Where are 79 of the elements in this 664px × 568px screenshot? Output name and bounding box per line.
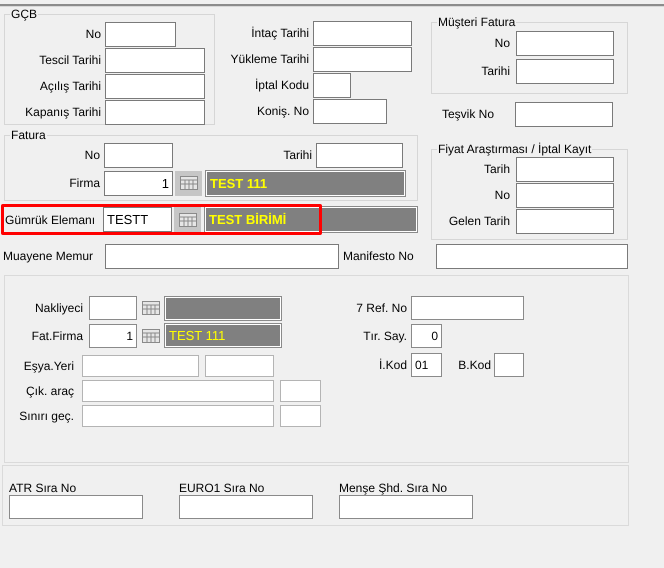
input-field[interactable] [313, 20, 412, 46]
field-label: Gelen Tarih [448, 214, 511, 228]
input-field[interactable] [105, 244, 339, 268]
name-display: TEST 111 [206, 170, 405, 196]
name-display: TEST BİRİMİ [205, 207, 417, 232]
group-title: Müşteri Fatura [437, 16, 516, 29]
input-field[interactable]: 1 [104, 170, 173, 196]
input-field[interactable] [9, 495, 143, 519]
input-field[interactable]: 1 [89, 324, 137, 348]
input-field[interactable]: TESTT [103, 207, 172, 232]
field-label: Teşvik No [441, 107, 496, 121]
field-label: Yükleme Tarihi [230, 52, 310, 66]
field-label: ATR Sıra No [9, 482, 78, 495]
field-label: No [84, 27, 102, 41]
input-field[interactable] [105, 22, 176, 46]
input-field[interactable] [516, 208, 614, 234]
input-field[interactable] [105, 74, 205, 98]
input-field[interactable] [82, 380, 274, 402]
group-title: Fatura [10, 129, 47, 142]
group-title: GÇB [10, 8, 38, 21]
input-field[interactable]: 01 [411, 353, 442, 377]
input-field[interactable] [105, 100, 205, 124]
field-label: Tır. Say. [362, 328, 408, 342]
field-label: B.Kod [457, 358, 492, 372]
group-title: Fiyat Araştırması / İptal Kayıt [437, 143, 592, 156]
field-label: Tarihi [282, 148, 313, 162]
lookup-button[interactable] [174, 207, 201, 232]
input-field[interactable] [411, 296, 524, 320]
field-label: Manifesto No [342, 249, 415, 263]
field-label: Tarihi [480, 64, 511, 78]
input-field[interactable] [516, 58, 614, 84]
field-label: İ.Kod [378, 358, 408, 372]
input-field[interactable]: 0 [411, 324, 442, 348]
input-field[interactable] [516, 156, 614, 182]
input-field[interactable] [89, 296, 137, 320]
field-label: Eşya.Yeri [22, 358, 75, 372]
field-label: İntaç Tarihi [250, 26, 310, 40]
input-field[interactable] [339, 495, 473, 519]
input-field[interactable] [516, 30, 614, 56]
field-label: Firma [68, 176, 101, 190]
field-label: Muayene Memur [2, 249, 94, 263]
calendar-icon [178, 212, 196, 226]
field-label: Koniş. No [256, 104, 310, 118]
input-field[interactable] [516, 182, 614, 208]
input-field[interactable] [105, 48, 205, 72]
calendar-icon [180, 176, 198, 190]
field-label: Fat.Firma [30, 328, 84, 342]
field-label: Tescil Tarihi [38, 53, 102, 67]
field-label: İptal Kodu [254, 78, 310, 92]
field-label: Açılış Tarihi [38, 79, 102, 93]
field-label: Gümrük Elemanı [5, 212, 96, 226]
field-label: 7 Ref. No [355, 301, 408, 315]
field-label: Nakliyeci [34, 301, 84, 315]
field-label: No [494, 36, 511, 50]
field-label: Menşe Şhd. Sıra No [339, 482, 448, 495]
name-display: TEST 111 [165, 324, 281, 347]
field-label: Kapanış Tarihi [24, 105, 102, 119]
lookup-button[interactable] [175, 170, 202, 196]
field-label: No [84, 148, 101, 162]
field-label: Tarih [482, 162, 511, 176]
input-field[interactable] [205, 354, 274, 376]
input-field[interactable] [316, 142, 403, 168]
field-label: Çık. araç [24, 384, 75, 398]
field-label: No [494, 188, 511, 202]
input-field[interactable] [494, 353, 524, 377]
input-field[interactable] [313, 98, 387, 124]
input-field[interactable] [104, 142, 173, 168]
input-field[interactable] [82, 404, 274, 426]
calendar-icon[interactable] [142, 328, 160, 342]
input-field[interactable] [313, 46, 412, 72]
input-field[interactable] [82, 354, 199, 376]
input-field[interactable] [313, 72, 351, 98]
field-label: Sınırı geç. [18, 408, 75, 422]
input-field[interactable] [179, 495, 313, 519]
input-field[interactable] [436, 244, 628, 268]
calendar-icon[interactable] [142, 301, 160, 315]
input-field[interactable] [280, 380, 321, 402]
input-field[interactable] [515, 102, 613, 126]
input-field[interactable] [280, 404, 321, 426]
